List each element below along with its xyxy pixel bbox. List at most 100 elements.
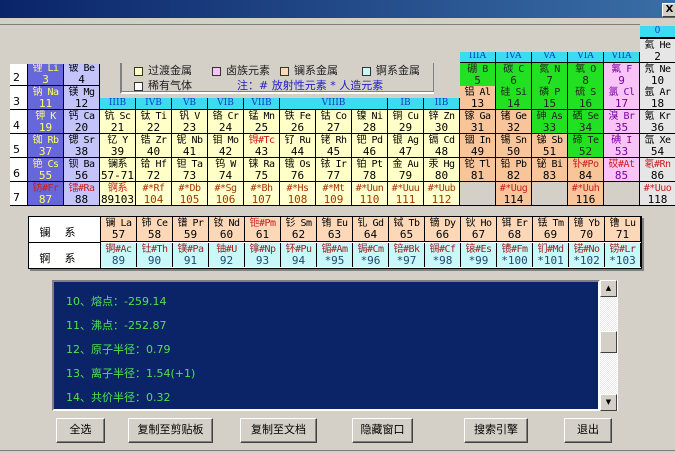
element-cell[interactable]: 镍 Ni 28 (352, 110, 388, 134)
element-cell[interactable]: #*Hs 108 (280, 182, 316, 206)
lanthanide-cell[interactable]: 铕 Eu 63 (317, 217, 353, 242)
element-cell[interactable]: 锗 Ge 32 (496, 110, 532, 134)
element-cell[interactable]: 铑 Rh 45 (316, 134, 352, 158)
element-cell[interactable]: 钠 Na 11 (28, 86, 64, 110)
actinide-cell[interactable]: 钔#Md *101 (533, 243, 569, 267)
element-cell[interactable]: 铌 Nb 41 (172, 134, 208, 158)
lanthanide-cell[interactable]: 铽 Tb 65 (389, 217, 425, 242)
actinide-cell[interactable]: 镅#Am *95 (317, 243, 353, 267)
element-cell[interactable]: 氩 Ar 18 (640, 86, 675, 110)
element-cell[interactable]: 钒 V 23 (172, 110, 208, 134)
element-cell[interactable]: 钡 Ba 56 (64, 158, 100, 182)
actinide-cell[interactable]: 镤#Pa 91 (173, 243, 209, 267)
element-cell[interactable]: 铼 Ra 75 (244, 158, 280, 182)
actinide-cell[interactable]: 镎#Np 93 (245, 243, 281, 267)
element-cell[interactable]: 硫 S 16 (568, 86, 604, 110)
element-cell[interactable]: 碘 I 53 (604, 134, 640, 158)
element-cell[interactable]: 砷 As 33 (532, 110, 568, 134)
element-cell[interactable]: #*Uuu 111 (388, 182, 424, 206)
element-cell[interactable]: 钛 Ti 22 (136, 110, 172, 134)
element-cell[interactable]: 钨 W 74 (208, 158, 244, 182)
element-cell[interactable]: 铟 In 49 (460, 134, 496, 158)
element-cell[interactable]: 氪 Kr 36 (640, 110, 675, 134)
element-cell[interactable]: 钇 Y 39 (100, 134, 136, 158)
copy-to-document-button[interactable]: 复制至文档 (240, 418, 317, 443)
lanthanide-cell[interactable]: 镨 Pr 59 (173, 217, 209, 242)
element-cell[interactable]: 钪 Sc 21 (100, 110, 136, 134)
element-cell[interactable]: 氯 Cl 17 (604, 86, 640, 110)
actinide-cell[interactable]: 钍#Th 90 (137, 243, 173, 267)
element-cell[interactable]: 汞 Hg 80 (424, 158, 460, 182)
element-cell[interactable]: #*Mt 109 (316, 182, 352, 206)
element-cell[interactable]: 硅 Si 14 (496, 86, 532, 110)
actinide-cell[interactable]: 锎#Cf *98 (425, 243, 461, 267)
lanthanide-cell[interactable]: 镧 La 57 (101, 217, 137, 242)
element-cell[interactable]: 氡#Rn 86 (640, 158, 675, 182)
element-cell[interactable]: 铍 Be 4 (64, 62, 100, 86)
element-cell[interactable]: #*Uuo 118 (640, 182, 675, 206)
element-cell[interactable]: 砹#At 85 (604, 158, 640, 182)
element-cell[interactable]: 氟 F9 (604, 62, 640, 87)
element-cell[interactable]: 镧系 57-71 (100, 158, 136, 182)
element-cell[interactable]: 钫#Fr 87 (28, 182, 64, 206)
lanthanide-cell[interactable]: 镝 Dy 66 (425, 217, 461, 242)
element-cell[interactable]: 铯 Cs 55 (28, 158, 64, 182)
element-cell[interactable]: 银 Ag 47 (388, 134, 424, 158)
close-button[interactable]: X (662, 3, 675, 17)
lanthanide-cell[interactable]: 钕 Nd 60 (209, 217, 245, 242)
hide-window-button[interactable]: 隐藏窗口 (352, 418, 413, 443)
lanthanide-cell[interactable]: 钆 Gd 64 (353, 217, 389, 242)
element-cell[interactable]: 碲 Te 52 (568, 134, 604, 158)
element-cell[interactable]: 氙 Xe 54 (640, 134, 675, 158)
actinide-cell[interactable]: 镄#Fm *100 (497, 243, 533, 267)
element-cell[interactable]: 溴 Br 35 (604, 110, 640, 134)
element-cell[interactable]: 钴 Co 27 (316, 110, 352, 134)
element-cell[interactable]: 氖 Ne 10 (640, 62, 675, 87)
element-cell[interactable]: 镓 Ga 31 (460, 110, 496, 134)
element-cell[interactable]: 锕系 89103 (100, 182, 136, 206)
lanthanide-cell[interactable]: 钬 Ho 67 (461, 217, 497, 242)
element-cell[interactable]: 铝 Al 13 (460, 86, 496, 110)
element-cell[interactable]: 铪 Hf 72 (136, 158, 172, 182)
element-cell[interactable]: 钽 Ta 73 (172, 158, 208, 182)
element-cell[interactable]: 锌 Zn 30 (424, 110, 460, 134)
actinide-cell[interactable]: 钚#Pu 94 (281, 243, 317, 267)
copy-to-clipboard-button[interactable]: 复制至剪贴板 (128, 418, 213, 443)
lanthanide-cell[interactable]: 铥 Tm 69 (533, 217, 569, 242)
element-cell[interactable]: 碳 C6 (496, 62, 532, 87)
element-cell[interactable]: 氮 N7 (532, 62, 568, 87)
element-cell[interactable]: #*Rf 104 (136, 182, 172, 206)
element-cell[interactable]: 铁 Fe 26 (280, 110, 316, 134)
element-cell[interactable]: #*Sg 106 (208, 182, 244, 206)
lanthanide-cell[interactable]: 镥 Lu 71 (605, 217, 641, 242)
select-all-button[interactable]: 全选 (56, 418, 105, 443)
element-cell[interactable]: 铊 Tl 81 (460, 158, 496, 182)
element-cell[interactable]: 锇 Os 76 (280, 158, 316, 182)
element-cell[interactable]: 锑 Sb 51 (532, 134, 568, 158)
actinide-cell[interactable]: 锫#Bk *97 (389, 243, 425, 267)
element-cell[interactable]: 钋#Po 84 (568, 158, 604, 182)
element-cell[interactable]: #*Uub 112 (424, 182, 460, 206)
actinide-cell[interactable]: 锿#Es *99 (461, 243, 497, 267)
element-cell[interactable]: 锆 Zr 40 (136, 134, 172, 158)
actinide-cell[interactable]: 铀#U 92 (209, 243, 245, 267)
element-cell[interactable]: 金 Au 79 (388, 158, 424, 182)
lanthanide-cell[interactable]: 钷#Pm 61 (245, 217, 281, 242)
actinide-cell[interactable]: 锘#No *102 (569, 243, 605, 267)
element-cell[interactable]: 铂 Pt 78 (352, 158, 388, 182)
element-cell[interactable]: #*Uuh 116 (568, 182, 604, 206)
element-cell[interactable]: 锰 Mn 25 (244, 110, 280, 134)
element-cell[interactable]: #*Uug 114 (496, 182, 532, 206)
element-cell[interactable]: 硼 B5 (460, 62, 496, 87)
lanthanide-cell[interactable]: 铒 Er 68 (497, 217, 533, 242)
element-cell[interactable]: 硒 Se 34 (568, 110, 604, 134)
element-cell[interactable]: 锡 Sn 50 (496, 134, 532, 158)
element-cell[interactable]: 铱 Ir 77 (316, 158, 352, 182)
element-cell[interactable]: 铜 Cu 29 (388, 110, 424, 134)
actinide-cell[interactable]: 铹#Lr *103 (605, 243, 641, 267)
element-cell[interactable]: 镭#Ra 88 (64, 182, 100, 206)
search-engine-button[interactable]: 搜索引擎 (464, 418, 528, 443)
info-scrollbar[interactable]: ▲ ▼ (600, 280, 618, 411)
element-cell[interactable]: 氧 O8 (568, 62, 604, 87)
element-cell[interactable]: #*Uun 110 (352, 182, 388, 206)
